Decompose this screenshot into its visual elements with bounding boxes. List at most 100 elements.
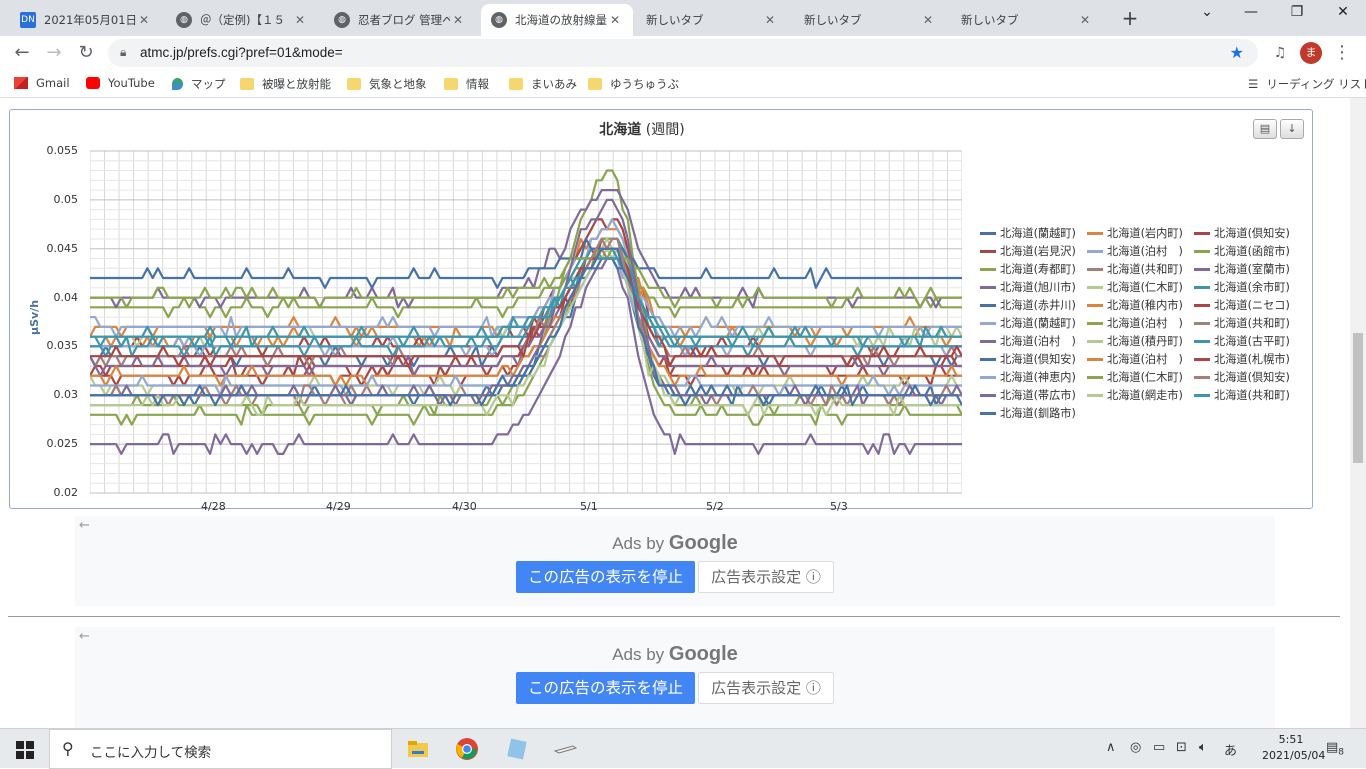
ad-settings-button[interactable]: 広告表示設定 ⓘ: [698, 672, 834, 704]
close-tab-icon[interactable]: ✕: [292, 13, 308, 27]
browser-tab[interactable]: 新しいタブ ✕: [951, 4, 1103, 36]
legend-item[interactable]: 北海道(倶知安): [980, 351, 1076, 367]
legend-item[interactable]: 北海道(函館市): [1194, 243, 1290, 259]
bookmark-item[interactable]: 被曝と放射能: [240, 76, 331, 92]
taskbar-clock[interactable]: 5:51 2021/05/04: [1262, 732, 1325, 764]
notifications-icon[interactable]: ▤8: [1326, 740, 1344, 758]
download-chart-button[interactable]: ↓: [1280, 119, 1304, 139]
scrollbar-thumb[interactable]: [1353, 333, 1363, 463]
network-icon[interactable]: ⊡: [1176, 740, 1187, 755]
legend-swatch: [1087, 303, 1103, 307]
legend-item[interactable]: 北海道(泊村 ): [1087, 315, 1183, 331]
volume-icon[interactable]: 🔈︎: [1199, 740, 1207, 755]
legend-item[interactable]: 北海道(岩内町): [1087, 225, 1183, 241]
legend-item[interactable]: 北海道(仁木町): [1087, 279, 1183, 295]
browser-tab[interactable]: ◍ 忍者ブログ 管理ペー✕: [324, 4, 476, 36]
reading-list-label: リーディング リスト: [1266, 77, 1366, 91]
bookmark-item[interactable]: Gmail: [14, 76, 70, 90]
legend-item[interactable]: 北海道(古平町): [1194, 333, 1290, 349]
legend-label: 北海道(仁木町): [1107, 281, 1183, 294]
close-tab-icon[interactable]: ✕: [136, 13, 152, 27]
file-explorer-icon[interactable]: [406, 737, 430, 761]
legend-item[interactable]: 北海道(赤井川): [980, 297, 1076, 313]
legend-item[interactable]: 北海道(倶知安): [1194, 369, 1290, 385]
legend-item[interactable]: 北海道(帯広市): [980, 387, 1076, 403]
chrome-icon[interactable]: [455, 737, 479, 761]
ad-back-icon[interactable]: ←: [79, 518, 90, 533]
close-tab-icon[interactable]: ✕: [920, 13, 936, 27]
page-scrollbar[interactable]: [1350, 98, 1366, 728]
close-tab-icon[interactable]: ✕: [762, 13, 778, 27]
legend-item[interactable]: 北海道(釧路市): [980, 405, 1076, 421]
forward-icon[interactable]: →: [42, 41, 66, 65]
browser-tab[interactable]: ◍ 北海道の放射線量 ✕: [481, 4, 633, 36]
ad-back-icon[interactable]: ←: [79, 629, 90, 644]
media-control-icon[interactable]: ♫: [1268, 41, 1292, 65]
legend-item[interactable]: 北海道(仁木町): [1087, 369, 1183, 385]
reading-list-button[interactable]: ☰ リーディング リスト: [1248, 76, 1366, 92]
address-bar[interactable]: 🔒︎ atmc.jp/prefs.cgi?pref=01&mode= ★: [108, 39, 1258, 67]
tab-search-icon[interactable]: ⌄: [1184, 4, 1230, 28]
legend-item[interactable]: 北海道(積丹町): [1087, 333, 1183, 349]
ad-settings-button[interactable]: 広告表示設定 ⓘ: [698, 561, 834, 593]
bookmark-item[interactable]: まいあみ: [509, 76, 577, 92]
url-text[interactable]: atmc.jp/prefs.cgi?pref=01&mode=: [140, 45, 343, 60]
legend-item[interactable]: 北海道(寿都町): [980, 261, 1076, 277]
ime-indicator[interactable]: あ: [1224, 740, 1237, 759]
maximize-button[interactable]: ❐: [1274, 4, 1320, 28]
bookmark-item[interactable]: ゆうちゅうぶ: [588, 76, 679, 92]
legend-item[interactable]: 北海道(蘭越町): [980, 315, 1076, 331]
legend-item[interactable]: 北海道(泊村 ): [1087, 243, 1183, 259]
bookmark-item[interactable]: YouTube: [86, 76, 155, 90]
legend-swatch: [980, 339, 996, 343]
battery-icon[interactable]: ▭: [1153, 740, 1165, 755]
close-tab-icon[interactable]: ✕: [450, 13, 466, 27]
print-chart-button[interactable]: ▤: [1253, 119, 1277, 139]
legend-item[interactable]: 北海道(泊村 ): [1087, 351, 1183, 367]
browser-tab[interactable]: 新しいタブ ✕: [636, 4, 788, 36]
legend-item[interactable]: 北海道(ニセコ): [1194, 297, 1290, 313]
menu-icon[interactable]: ⋮: [1330, 41, 1354, 65]
profile-avatar[interactable]: ま: [1300, 42, 1322, 64]
legend-item[interactable]: 北海道(稚内市): [1087, 297, 1183, 313]
notepad-app-icon[interactable]: [505, 737, 529, 761]
legend-item[interactable]: 北海道(室蘭市): [1194, 261, 1290, 277]
stop-ad-button[interactable]: この広告の表示を停止: [516, 672, 695, 704]
bookmark-star-icon[interactable]: ★: [1230, 43, 1244, 62]
legend-item[interactable]: 北海道(札幌市): [1194, 351, 1290, 367]
legend-item[interactable]: 北海道(旭川市): [980, 279, 1076, 295]
legend-item[interactable]: 北海道(倶知安): [1194, 225, 1290, 241]
bookmark-item[interactable]: 情報: [444, 76, 489, 92]
legend-item[interactable]: 北海道(余市町): [1194, 279, 1290, 295]
stop-ad-button[interactable]: この広告の表示を停止: [516, 561, 695, 593]
minimize-button[interactable]: —: [1228, 4, 1274, 28]
windows-start-icon[interactable]: [16, 741, 34, 759]
legend-item[interactable]: 北海道(蘭越町): [980, 225, 1076, 241]
legend-item[interactable]: 北海道(網走市): [1087, 387, 1183, 403]
reload-icon[interactable]: ↻: [74, 41, 98, 65]
legend-label: 北海道(寿都町): [1000, 263, 1076, 276]
download-icon: ↓: [1287, 122, 1297, 135]
browser-tab[interactable]: 新しいタブ ✕: [794, 4, 946, 36]
y-tick-label: 0.035: [46, 339, 79, 353]
close-tab-icon[interactable]: ✕: [607, 13, 623, 27]
legend-item[interactable]: 北海道(共和町): [1194, 315, 1290, 331]
close-tab-icon[interactable]: ✕: [1077, 13, 1093, 27]
airplane-app-icon[interactable]: [553, 737, 577, 761]
legend-item[interactable]: 北海道(共和町): [1194, 387, 1290, 403]
bookmark-item[interactable]: 気象と地象: [347, 76, 427, 92]
new-tab-button[interactable]: +: [1120, 6, 1140, 30]
meet-now-icon[interactable]: ◎: [1130, 740, 1141, 755]
legend-item[interactable]: 北海道(共和町): [1087, 261, 1183, 277]
taskbar-search-box[interactable]: ⚲ ここに入力して検索: [49, 729, 392, 769]
x-tick-label: 4/29: [326, 500, 351, 513]
legend-item[interactable]: 北海道(神恵内): [980, 369, 1076, 385]
browser-tab[interactable]: ◍ ＠（定例)【１５ ✕: [166, 4, 318, 36]
close-window-button[interactable]: ✕: [1320, 4, 1366, 28]
legend-item[interactable]: 北海道(泊村 ): [980, 333, 1076, 349]
bookmark-item[interactable]: マップ: [172, 76, 226, 92]
show-hidden-icons[interactable]: ∧: [1106, 740, 1116, 755]
legend-item[interactable]: 北海道(岩見沢): [980, 243, 1076, 259]
browser-tab[interactable]: DN 2021年05月01日(土✕: [10, 4, 162, 36]
back-icon[interactable]: ←: [10, 41, 34, 65]
